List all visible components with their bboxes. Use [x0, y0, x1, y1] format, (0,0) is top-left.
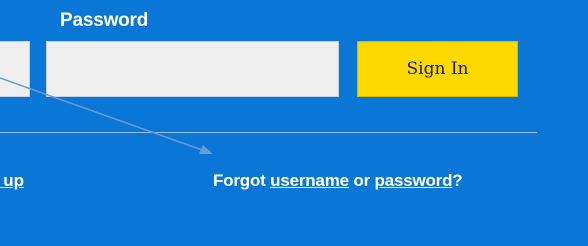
- login-panel: Password Sign In Sign up Forgot username…: [0, 0, 588, 246]
- annotation-arrow: [0, 77, 213, 154]
